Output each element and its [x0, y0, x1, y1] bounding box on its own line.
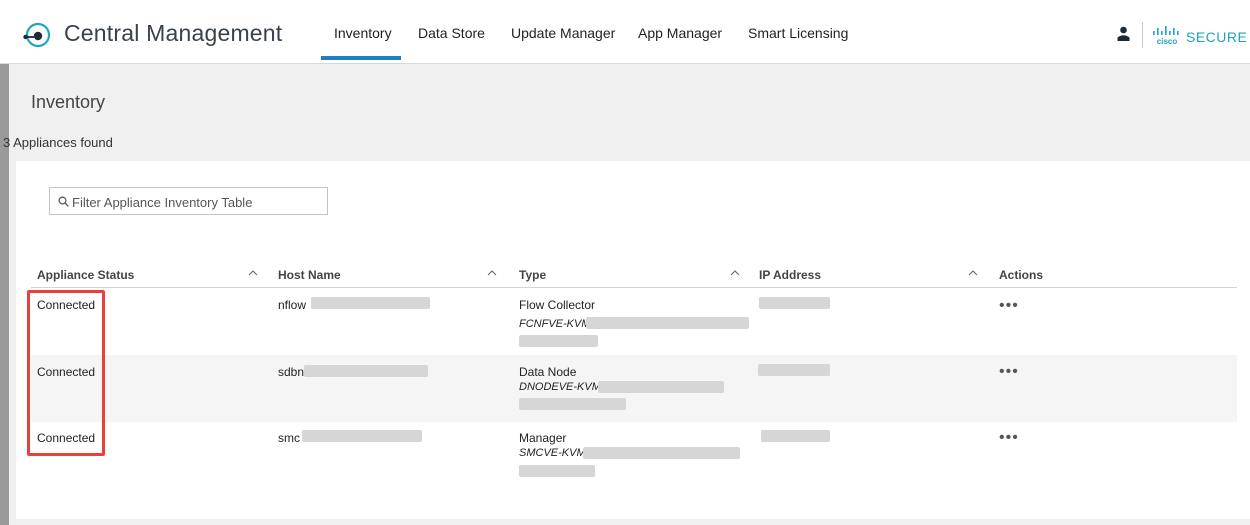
active-tab-indicator	[321, 56, 401, 60]
redacted-serial	[586, 317, 749, 329]
host-name-cell: nflow	[278, 298, 307, 312]
nav-app-manager[interactable]: App Manager	[638, 25, 722, 41]
type-cell: Flow Collector	[519, 298, 596, 312]
top-navigation-bar: Central Management Inventory Data Store …	[0, 0, 1250, 64]
nav-update-manager[interactable]: Update Manager	[511, 25, 615, 41]
appliance-count: 3 Appliances found	[3, 135, 113, 150]
more-actions-icon[interactable]: •••	[999, 297, 1019, 315]
app-title: Central Management	[64, 20, 283, 46]
nav-smart-licensing[interactable]: Smart Licensing	[748, 25, 848, 41]
redacted-serial	[598, 381, 724, 393]
redacted-ip-address	[761, 430, 830, 442]
sort-chevron-up-icon[interactable]	[730, 268, 740, 278]
column-type[interactable]: Type	[519, 268, 546, 282]
redacted-serial	[519, 465, 595, 477]
page-title: Inventory	[31, 92, 106, 112]
cisco-wordmark: cisco	[1157, 37, 1178, 46]
column-host-name[interactable]: Host Name	[278, 268, 341, 282]
type-model-cell: SMCVE-KVM	[519, 447, 586, 459]
redacted-serial	[519, 398, 626, 410]
type-model-cell: FCNFVE-KVM	[519, 318, 591, 330]
type-model-cell: DNODEVE-KVM	[519, 381, 601, 393]
column-ip-address[interactable]: IP Address	[759, 268, 821, 282]
header-divider	[1142, 22, 1143, 48]
redacted-ip-address	[758, 364, 830, 376]
host-name-cell: sdbn	[278, 365, 305, 379]
search-icon	[58, 196, 69, 207]
redacted-serial	[583, 447, 740, 459]
column-actions: Actions	[999, 268, 1044, 282]
nav-data-store[interactable]: Data Store	[418, 25, 485, 41]
brand-secure-label: SECURE	[1186, 29, 1248, 45]
column-appliance-status[interactable]: Appliance Status	[37, 268, 134, 282]
central-management-logo-icon	[23, 22, 51, 48]
sort-chevron-up-icon[interactable]	[487, 268, 497, 278]
more-actions-icon[interactable]: •••	[999, 429, 1019, 447]
table-header-divider	[31, 287, 1237, 288]
redacted-host	[304, 365, 428, 377]
redacted-ip-address	[759, 297, 830, 309]
filter-placeholder: Filter Appliance Inventory Table	[72, 195, 253, 210]
filter-input[interactable]: Filter Appliance Inventory Table	[49, 187, 328, 215]
redacted-host	[311, 297, 430, 309]
sort-chevron-up-icon[interactable]	[248, 268, 258, 278]
user-icon[interactable]	[1117, 26, 1130, 41]
status-highlight-box	[27, 290, 105, 456]
redacted-host	[302, 430, 422, 442]
more-actions-icon[interactable]: •••	[999, 363, 1019, 381]
type-cell: Data Node	[519, 365, 577, 379]
sort-chevron-up-icon[interactable]	[968, 268, 978, 278]
type-cell: Manager	[519, 431, 567, 445]
redacted-serial	[519, 335, 598, 347]
host-name-cell: smc	[278, 431, 300, 445]
window-left-edge	[0, 5, 9, 525]
cisco-logo-icon: cisco	[1153, 26, 1179, 46]
nav-inventory[interactable]: Inventory	[334, 25, 392, 41]
